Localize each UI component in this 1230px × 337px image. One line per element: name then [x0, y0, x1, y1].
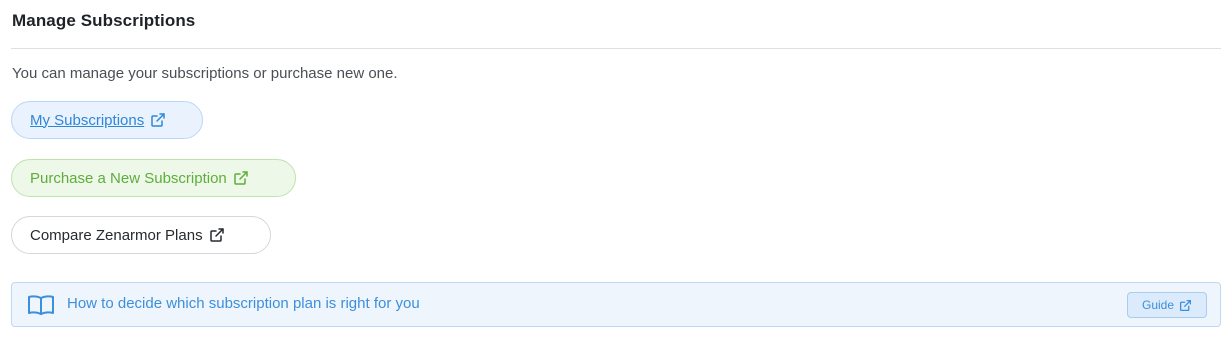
external-link-icon	[151, 113, 165, 127]
book-open-icon	[28, 295, 54, 315]
external-link-icon	[209, 228, 224, 242]
guide-banner: How to decide which subscription plan is…	[11, 282, 1221, 327]
section-description: You can manage your subscriptions or pur…	[12, 65, 398, 82]
guide-button[interactable]: Guide	[1127, 292, 1207, 318]
compare-plans-label: Compare Zenarmor Plans	[30, 226, 203, 244]
guide-label: Guide	[1141, 298, 1175, 312]
guide-banner-text[interactable]: How to decide which subscription plan is…	[67, 295, 420, 312]
my-subscriptions-label: My Subscriptions	[30, 111, 145, 129]
divider	[11, 48, 1221, 49]
section-title: Manage Subscriptions	[12, 11, 196, 30]
external-link-icon	[234, 171, 248, 185]
manage-subscriptions-panel: Manage Subscriptions You can manage your…	[0, 0, 1230, 337]
purchase-subscription-button[interactable]: Purchase a New Subscription	[11, 159, 296, 197]
external-link-icon	[1179, 299, 1192, 311]
compare-plans-button[interactable]: Compare Zenarmor Plans	[11, 216, 271, 254]
purchase-subscription-label: Purchase a New Subscription	[30, 169, 227, 187]
my-subscriptions-button[interactable]: My Subscriptions	[11, 101, 203, 139]
